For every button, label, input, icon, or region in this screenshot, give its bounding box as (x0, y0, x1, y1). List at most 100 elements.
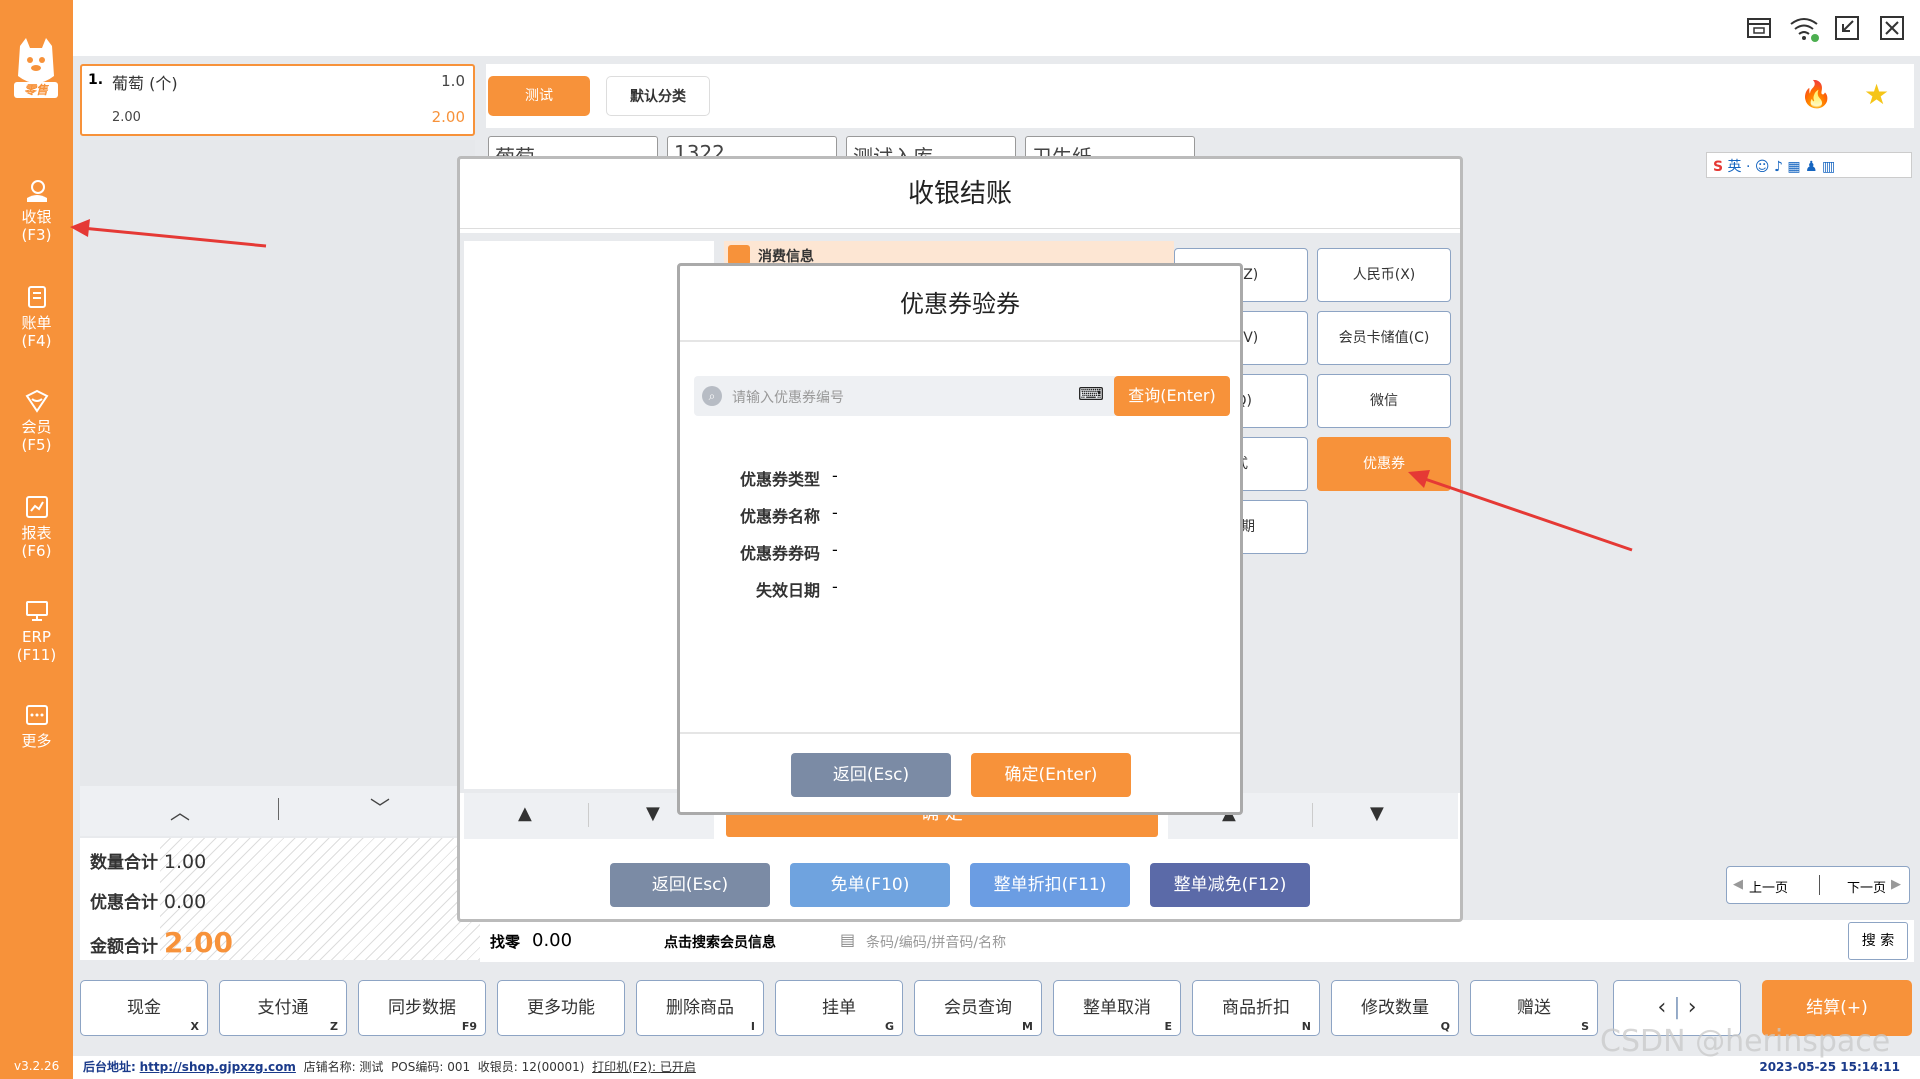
chevron-right-icon[interactable]: › (1688, 995, 1697, 1020)
prev-page-button[interactable]: 上一页 (1749, 877, 1788, 896)
nav-reports-label: 报表 (21, 524, 52, 542)
fkey-delete-item[interactable]: 删除商品 I (636, 980, 764, 1036)
fkey-shortcut: X (190, 1020, 199, 1033)
order-discount-button[interactable]: 整单折扣(F11) (970, 863, 1130, 907)
store-icon[interactable] (1745, 14, 1773, 42)
more-icon (25, 705, 48, 725)
backend-label: 后台地址: (83, 1060, 136, 1074)
fkey-member-query[interactable]: 会员查询 M (914, 980, 1042, 1036)
fkey-more-functions[interactable]: 更多功能 (497, 980, 625, 1036)
nav-erp[interactable]: ERP (F11) (0, 598, 73, 688)
keyboard-icon[interactable]: ⌨ (1078, 384, 1104, 405)
amount-total-label: 金额合计 (90, 937, 158, 957)
triangle-down-icon[interactable]: ▼ (1370, 803, 1384, 824)
cart-item-price: 2.00 (112, 110, 141, 125)
fkey-payment[interactable]: 支付通 Z (219, 980, 347, 1036)
close-icon[interactable] (1878, 14, 1906, 42)
coupon-info-row: 优惠券名称 - (710, 503, 838, 540)
coupon-query-button[interactable]: 查询(Enter) (1114, 376, 1230, 416)
wifi-icon[interactable] (1788, 14, 1820, 42)
change-value: 0.00 (532, 930, 573, 951)
coupon-info-row: 优惠券券码 - (710, 540, 838, 577)
coupon-input-wrap: ⌕ 请输入优惠券编号 ⌨ (694, 376, 1118, 416)
nav-erp-key: (F11) (16, 646, 57, 664)
cart-item-qty: 1.0 (441, 72, 465, 90)
triangle-up-icon[interactable]: ▲ (518, 803, 532, 824)
coupon-code-input[interactable]: 请输入优惠券编号 (732, 387, 844, 407)
fkey-label: 赠送 (1517, 998, 1551, 1018)
next-page-button[interactable]: 下一页 (1847, 877, 1886, 896)
fkey-item-discount[interactable]: 商品折扣 N (1192, 980, 1320, 1036)
fkey-sync[interactable]: 同步数据 F9 (358, 980, 486, 1036)
fkey-shortcut: E (1164, 1020, 1172, 1033)
fkey-label: 现金 (127, 998, 161, 1018)
divider (588, 803, 589, 827)
nav-bills-key: (F4) (21, 332, 52, 350)
consume-info-icon (728, 245, 750, 265)
amount-total-value: 2.00 (163, 926, 234, 959)
star-icon[interactable]: ★ (1864, 78, 1889, 111)
free-order-button[interactable]: 免单(F10) (790, 863, 950, 907)
nav-cashier[interactable]: 收银 (F3) (0, 178, 73, 268)
scroll-down-icon[interactable]: ﹀ (370, 792, 390, 821)
barcode-icon: ▤ (840, 930, 856, 949)
fkey-gift[interactable]: 赠送 S (1470, 980, 1598, 1036)
product-search-input[interactable]: 条码/编码/拼音码/名称 (866, 932, 1006, 952)
nav-member[interactable]: 会员 (F5) (0, 388, 73, 478)
member-search-link[interactable]: 点击搜索会员信息 (664, 932, 776, 952)
fkey-cancel-order[interactable]: 整单取消 E (1053, 980, 1181, 1036)
fkey-shortcut: G (884, 1020, 894, 1033)
coupon-confirm-button[interactable]: 确定(Enter) (971, 753, 1131, 797)
annotation-arrow-left (70, 219, 267, 248)
coupon-dialog: 优惠券验券 ⌕ 请输入优惠券编号 ⌨ 查询(Enter) 优惠券类型 - 优惠券名… (677, 263, 1243, 815)
fkey-edit-qty[interactable]: 修改数量 Q (1331, 980, 1459, 1036)
scroll-up-icon[interactable]: ︿ (170, 796, 190, 825)
order-reduce-button[interactable]: 整单减免(F12) (1150, 863, 1310, 907)
chevron-left-icon[interactable]: ‹ (1657, 995, 1666, 1020)
search-button[interactable]: 搜 索 (1848, 922, 1908, 960)
fkey-label: 会员查询 (944, 998, 1012, 1018)
printer-status[interactable]: 打印机(F2): 已开启 (592, 1060, 696, 1074)
fire-icon[interactable]: 🔥 (1800, 80, 1832, 110)
fkey-label: 更多功能 (527, 998, 595, 1018)
category-tab-test[interactable]: 测试 (488, 76, 590, 116)
datetime: 2023-05-25 15:14:11 (1759, 1060, 1900, 1074)
nav-reports[interactable]: 报表 (F6) (0, 494, 73, 584)
coupon-back-button[interactable]: 返回(Esc) (791, 753, 951, 797)
cart-item[interactable]: 1. 葡萄 (个) 1.0 2.00 2.00 (80, 64, 475, 136)
fkey-label: 支付通 (257, 998, 309, 1018)
divider (278, 798, 279, 820)
summary-panel: 数量合计 1.00 优惠合计 0.00 金额合计 2.00 (80, 838, 480, 960)
coupon-info-list: 优惠券类型 - 优惠券名称 - 优惠券券码 - 失效日期 - (710, 466, 838, 614)
fkey-label: 同步数据 (388, 998, 456, 1018)
pay-member-card-button[interactable]: 会员卡储值(C) (1317, 311, 1451, 365)
fkey-cash[interactable]: 现金 X (80, 980, 208, 1036)
pager: ◀ 上一页 下一页 ▶ (1726, 866, 1910, 904)
next-page-icon: ▶ (1891, 877, 1901, 892)
nav-erp-label: ERP (22, 628, 51, 646)
triangle-down-icon[interactable]: ▼ (646, 803, 660, 824)
backend-link[interactable]: http://shop.gjpxzg.com (140, 1060, 296, 1074)
expiry-date-value: - (832, 577, 838, 596)
cart-scroll-bar: ︿ ﹀ (80, 786, 480, 836)
minimize-window-icon[interactable] (1833, 14, 1861, 42)
member-icon (25, 389, 48, 413)
divider (1312, 803, 1313, 827)
pay-rmb-button[interactable]: 人民币(X) (1317, 248, 1451, 302)
fkey-hold-order[interactable]: 挂单 G (775, 980, 903, 1036)
discount-total-label: 优惠合计 (90, 893, 158, 913)
checkout-back-button[interactable]: 返回(Esc) (610, 863, 770, 907)
pos-code: POS编码: 001 (391, 1060, 471, 1074)
nav-bills[interactable]: 账单 (F4) (0, 284, 73, 374)
ime-toolbar[interactable]: S 英 ⋅ ☺ ♪ ▦ ♟ ▥ (1706, 152, 1912, 178)
fkey-shortcut: I (750, 1020, 755, 1033)
fkey-label: 整单取消 (1083, 998, 1151, 1018)
search-icon: ⌕ (702, 386, 722, 406)
report-icon (25, 496, 48, 518)
category-tab-default[interactable]: 默认分类 (606, 76, 710, 116)
pay-wechat-button[interactable]: 微信 (1317, 374, 1451, 428)
cashier-icon (26, 180, 47, 202)
nav-more[interactable]: 更多 (0, 702, 73, 792)
sogou-icon: S (1713, 159, 1724, 175)
amount-total: 金额合计 2.00 (90, 926, 233, 959)
